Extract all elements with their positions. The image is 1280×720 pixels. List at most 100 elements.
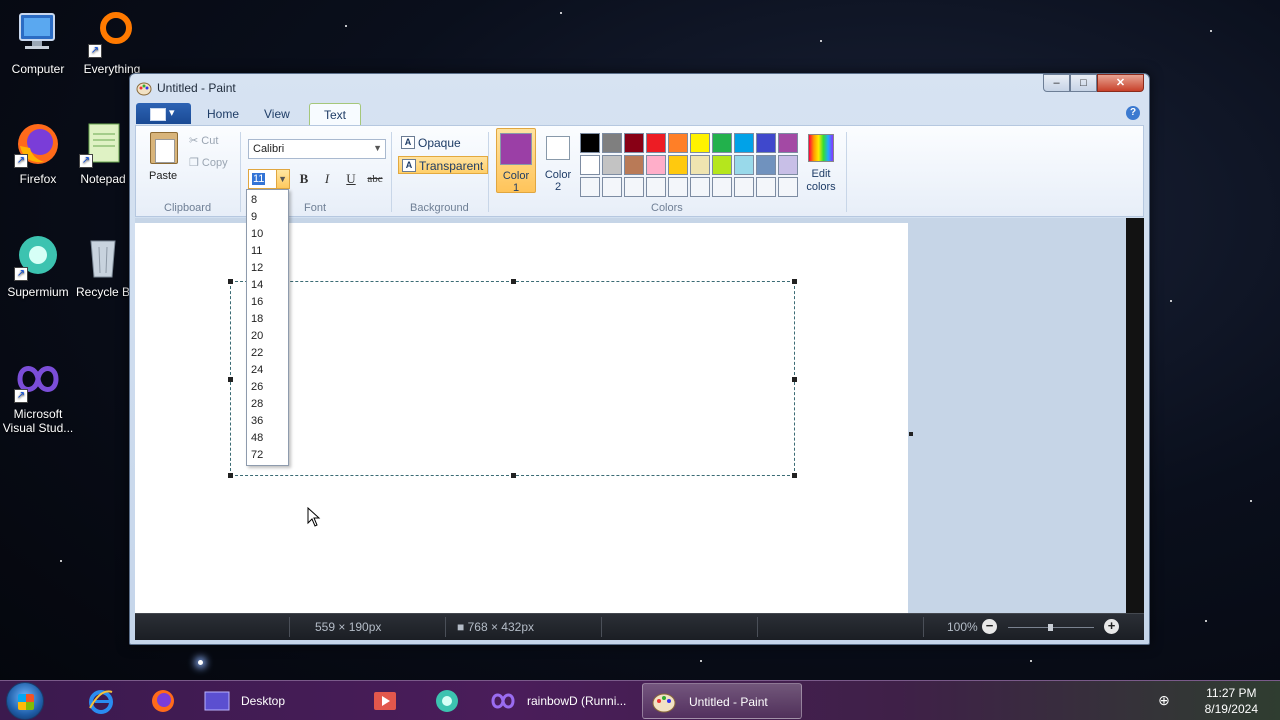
palette-swatch[interactable]: [668, 177, 688, 197]
palette-swatch[interactable]: [580, 133, 600, 153]
font-size-option[interactable]: 9: [247, 209, 288, 226]
font-size-option[interactable]: 48: [247, 430, 288, 447]
resize-handle[interactable]: [792, 377, 797, 382]
title-bar[interactable]: Untitled - Paint ‒ □ ✕: [130, 74, 1149, 102]
palette-swatch[interactable]: [734, 133, 754, 153]
palette-swatch[interactable]: [580, 177, 600, 197]
palette-swatch[interactable]: [646, 133, 666, 153]
close-button[interactable]: ✕: [1097, 74, 1144, 92]
font-size-select[interactable]: 11 ▼: [248, 169, 290, 189]
desktop-icon-everything[interactable]: ↗ Everything: [74, 10, 150, 76]
palette-swatch[interactable]: [712, 155, 732, 175]
font-size-option[interactable]: 16: [247, 294, 288, 311]
resize-handle[interactable]: [228, 377, 233, 382]
palette-swatch[interactable]: [778, 155, 798, 175]
palette-swatch[interactable]: [668, 133, 688, 153]
tab-view[interactable]: View: [250, 103, 304, 125]
copy-button[interactable]: ❐ Copy: [189, 156, 228, 169]
zoom-slider-thumb[interactable]: [1048, 624, 1053, 631]
palette-swatch[interactable]: [734, 177, 754, 197]
font-size-option[interactable]: 14: [247, 277, 288, 294]
palette-swatch[interactable]: [602, 177, 622, 197]
desktop-icon-notepad[interactable]: ↗ Notepad: [74, 120, 132, 186]
palette-swatch[interactable]: [668, 155, 688, 175]
palette-swatch[interactable]: [602, 155, 622, 175]
opaque-button[interactable]: A Opaque: [398, 134, 465, 152]
palette-swatch[interactable]: [646, 155, 666, 175]
paint-app-icon[interactable]: [136, 80, 152, 96]
tab-text[interactable]: Text: [309, 103, 362, 125]
taskbar-visual-studio[interactable]: rainbowD (Runni...: [486, 683, 632, 719]
palette-swatch[interactable]: [756, 133, 776, 153]
desktop-icon-computer[interactable]: Computer: [0, 10, 76, 76]
taskbar-supermium[interactable]: [430, 683, 466, 719]
font-size-option[interactable]: 12: [247, 260, 288, 277]
palette-swatch[interactable]: [624, 177, 644, 197]
palette-swatch[interactable]: [690, 177, 710, 197]
canvas-resize-handle[interactable]: [909, 432, 913, 436]
taskbar-media-player[interactable]: [368, 683, 404, 719]
palette-swatch[interactable]: [646, 177, 666, 197]
palette-swatch[interactable]: [756, 177, 776, 197]
tab-home[interactable]: Home: [193, 103, 253, 125]
taskbar-paint[interactable]: Untitled - Paint: [642, 683, 802, 719]
paint-menu-button[interactable]: [136, 103, 191, 124]
palette-swatch[interactable]: [734, 155, 754, 175]
desktop-icon-visual-studio[interactable]: ↗ Microsoft Visual Stud...: [0, 355, 76, 435]
color2-button[interactable]: Color 2: [538, 128, 578, 193]
underline-button[interactable]: U: [341, 169, 361, 189]
zoom-in-button[interactable]: +: [1104, 619, 1119, 634]
font-size-option[interactable]: 72: [247, 447, 288, 464]
italic-button[interactable]: I: [317, 169, 337, 189]
font-size-option[interactable]: 10: [247, 226, 288, 243]
edit-colors-button[interactable]: Edit colors: [801, 132, 841, 194]
network-icon[interactable]: ⊕: [1156, 692, 1172, 708]
palette-swatch[interactable]: [712, 177, 732, 197]
color1-button[interactable]: Color 1: [496, 128, 536, 194]
resize-handle[interactable]: [511, 473, 516, 478]
text-box-selection[interactable]: [228, 279, 797, 478]
taskbar-firefox[interactable]: [146, 683, 182, 719]
font-size-option[interactable]: 28: [247, 396, 288, 413]
resize-handle[interactable]: [228, 279, 233, 284]
palette-swatch[interactable]: [624, 155, 644, 175]
font-size-option[interactable]: 8: [247, 192, 288, 209]
palette-swatch[interactable]: [624, 133, 644, 153]
taskbar-internet-explorer[interactable]: [84, 683, 120, 719]
palette-swatch[interactable]: [580, 155, 600, 175]
system-clock[interactable]: 11:27 PM 8/19/2024: [1205, 685, 1258, 717]
resize-handle[interactable]: [511, 279, 516, 284]
desktop-icon-firefox[interactable]: ↗ Firefox: [0, 120, 76, 186]
bold-button[interactable]: B: [294, 169, 314, 189]
help-icon[interactable]: ?: [1126, 106, 1140, 120]
resize-handle[interactable]: [792, 279, 797, 284]
palette-swatch[interactable]: [778, 133, 798, 153]
minimize-button[interactable]: ‒: [1043, 74, 1070, 92]
font-size-option[interactable]: 20: [247, 328, 288, 345]
palette-swatch[interactable]: [756, 155, 776, 175]
zoom-out-button[interactable]: −: [982, 619, 997, 634]
resize-handle[interactable]: [228, 473, 233, 478]
palette-swatch[interactable]: [602, 133, 622, 153]
maximize-button[interactable]: □: [1070, 74, 1097, 92]
vertical-scrollbar[interactable]: [1126, 218, 1144, 613]
palette-swatch[interactable]: [690, 133, 710, 153]
taskbar-desktop[interactable]: Desktop: [200, 683, 310, 719]
font-size-option[interactable]: 22: [247, 345, 288, 362]
font-size-option[interactable]: 36: [247, 413, 288, 430]
palette-swatch[interactable]: [778, 177, 798, 197]
font-size-option[interactable]: 24: [247, 362, 288, 379]
cut-button[interactable]: ✂ Cut: [189, 134, 218, 147]
font-family-select[interactable]: Calibri ▼: [248, 139, 386, 159]
desktop-icon-supermium[interactable]: ↗ Supermium: [0, 233, 76, 299]
start-button[interactable]: [6, 682, 44, 720]
transparent-button[interactable]: A Transparent: [398, 156, 489, 174]
font-size-dropdown-button[interactable]: ▼: [276, 170, 289, 188]
palette-swatch[interactable]: [712, 133, 732, 153]
font-size-option[interactable]: 18: [247, 311, 288, 328]
palette-swatch[interactable]: [690, 155, 710, 175]
font-size-option[interactable]: 26: [247, 379, 288, 396]
font-size-option[interactable]: 11: [247, 243, 288, 260]
resize-handle[interactable]: [792, 473, 797, 478]
desktop-icon-recycle-bin[interactable]: Recycle B: [74, 233, 132, 299]
